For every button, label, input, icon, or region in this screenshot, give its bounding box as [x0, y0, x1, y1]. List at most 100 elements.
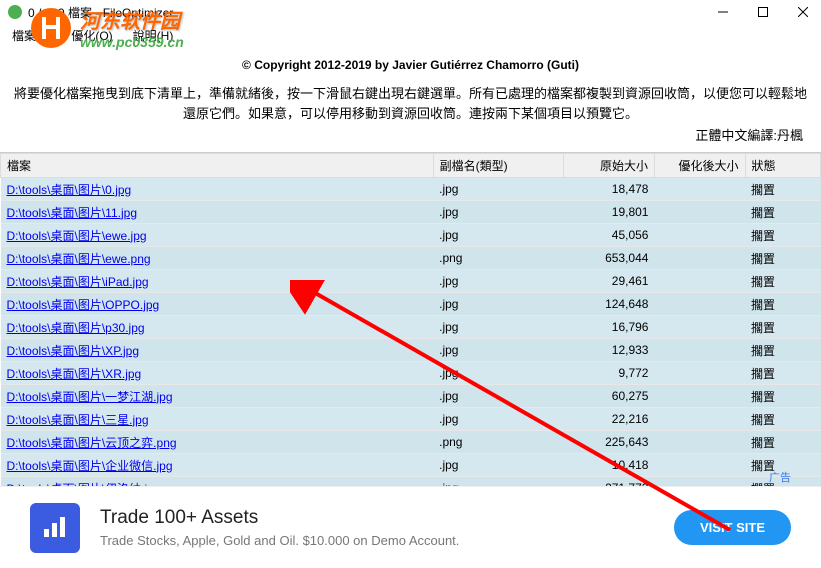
cell-status: 擱置 — [745, 316, 820, 339]
header-file[interactable]: 檔案 — [1, 154, 434, 178]
cell-original: 19,801 — [564, 201, 655, 224]
titlebar: 0 / 109 檔案 - FileOptimizer — [0, 0, 821, 24]
file-link[interactable]: D:\tools\桌面\图片\企业微信.jpg — [7, 459, 173, 473]
table-row[interactable]: D:\tools\桌面\图片\三星.jpg .jpg22,216 擱置 — [1, 408, 821, 431]
table-row[interactable]: D:\tools\桌面\图片\iPad.jpg .jpg29,461 擱置 — [1, 270, 821, 293]
cell-original: 45,056 — [564, 224, 655, 247]
file-table-container: 檔案 副檔名(類型) 原始大小 優化後大小 狀態 D:\tools\桌面\图片\… — [0, 152, 821, 500]
window-title: 0 / 109 檔案 - FileOptimizer — [28, 4, 173, 21]
table-row[interactable]: D:\tools\桌面\图片\OPPO.jpg .jpg124,648 擱置 — [1, 293, 821, 316]
file-link[interactable]: D:\tools\桌面\图片\XP.jpg — [7, 344, 140, 358]
cell-original: 18,478 — [564, 178, 655, 201]
table-row[interactable]: D:\tools\桌面\图片\XR.jpg .jpg9,772 擱置 — [1, 362, 821, 385]
cell-ext: .jpg — [433, 339, 564, 362]
table-row[interactable]: D:\tools\桌面\图片\p30.jpg.jpg16,796擱置 — [1, 316, 821, 339]
cell-original: 9,772 — [564, 362, 655, 385]
cell-optimized — [654, 385, 745, 408]
file-link[interactable]: D:\tools\桌面\图片\p30.jpg — [7, 321, 145, 335]
ad-cta-button[interactable]: VISIT SITE — [674, 510, 791, 545]
cell-optimized — [654, 178, 745, 201]
cell-original: 16,796 — [564, 316, 655, 339]
menu-help[interactable]: 說明(H) — [125, 26, 182, 42]
table-row[interactable]: D:\tools\桌面\图片\11.jpg .jpg19,801 擱置 — [1, 201, 821, 224]
header-original[interactable]: 原始大小 — [564, 154, 655, 178]
file-link[interactable]: D:\tools\桌面\图片\三星.jpg — [7, 413, 149, 427]
table-row[interactable]: D:\tools\桌面\图片\ewe.jpg .jpg45,056 擱置 — [1, 224, 821, 247]
cell-ext: .jpg — [433, 454, 564, 477]
credits-text: 正體中文編譯:丹楓 — [0, 125, 821, 152]
cell-ext: .png — [433, 431, 564, 454]
cell-original: 60,275 — [564, 385, 655, 408]
cell-optimized — [654, 224, 745, 247]
ad-label: 广告 — [769, 469, 791, 485]
table-row[interactable]: D:\tools\桌面\图片\企业微信.jpg.jpg10,418擱置 — [1, 454, 821, 477]
file-link[interactable]: D:\tools\桌面\图片\ewe.png — [7, 252, 151, 266]
cell-original: 124,648 — [564, 293, 655, 316]
cell-ext: .jpg — [433, 224, 564, 247]
cell-status: 擱置 — [745, 431, 820, 454]
file-link[interactable]: D:\tools\桌面\图片\11.jpg — [7, 206, 138, 220]
cell-optimized — [654, 408, 745, 431]
cell-optimized — [654, 316, 745, 339]
cell-optimized — [654, 270, 745, 293]
file-link[interactable]: D:\tools\桌面\图片\OPPO.jpg — [7, 298, 160, 312]
table-row[interactable]: D:\tools\桌面\图片\ewe.png .png653,044 擱置 — [1, 247, 821, 270]
cell-original: 12,933 — [564, 339, 655, 362]
cell-status: 擱置 — [745, 362, 820, 385]
cell-optimized — [654, 454, 745, 477]
menu-optimize[interactable]: 優化(O) — [63, 26, 120, 42]
cell-status: 擱置 — [745, 201, 820, 224]
cell-status: 擱置 — [745, 293, 820, 316]
menu-file[interactable]: 檔案(F) — [4, 26, 59, 42]
cell-optimized — [654, 201, 745, 224]
cell-original: 22,216 — [564, 408, 655, 431]
cell-optimized — [654, 247, 745, 270]
cell-ext: .jpg — [433, 201, 564, 224]
table-row[interactable]: D:\tools\桌面\图片\一梦江湖.jpg.jpg60,275擱置 — [1, 385, 821, 408]
cell-ext: .jpg — [433, 385, 564, 408]
file-link[interactable]: D:\tools\桌面\图片\0.jpg — [7, 183, 132, 197]
cell-ext: .jpg — [433, 270, 564, 293]
cell-original: 225,643 — [564, 431, 655, 454]
ad-logo-icon — [30, 503, 80, 553]
table-row[interactable]: D:\tools\桌面\图片\云顶之弈.png .png225,643 擱置 — [1, 431, 821, 454]
cell-ext: .png — [433, 247, 564, 270]
header-optimized[interactable]: 優化後大小 — [654, 154, 745, 178]
cell-ext: .jpg — [433, 178, 564, 201]
file-table: 檔案 副檔名(類型) 原始大小 優化後大小 狀態 D:\tools\桌面\图片\… — [0, 153, 821, 500]
ad-title: Trade 100+ Assets — [100, 507, 674, 529]
cell-status: 擱置 — [745, 339, 820, 362]
table-row[interactable]: D:\tools\桌面\图片\0.jpg .jpg18,478 擱置 — [1, 178, 821, 201]
header-ext[interactable]: 副檔名(類型) — [433, 154, 564, 178]
minimize-button[interactable] — [713, 2, 733, 22]
file-link[interactable]: D:\tools\桌面\图片\iPad.jpg — [7, 275, 149, 289]
cell-status: 擱置 — [745, 270, 820, 293]
cell-optimized — [654, 362, 745, 385]
file-link[interactable]: D:\tools\桌面\图片\一梦江湖.jpg — [7, 390, 173, 404]
cell-original: 10,418 — [564, 454, 655, 477]
cell-ext: .jpg — [433, 293, 564, 316]
close-button[interactable] — [793, 2, 813, 22]
menubar: 檔案(F) 優化(O) 說明(H) — [0, 24, 821, 44]
copyright-text: © Copyright 2012-2019 by Javier Gutiérre… — [0, 44, 821, 80]
file-link[interactable]: D:\tools\桌面\图片\云顶之弈.png — [7, 436, 177, 450]
app-icon — [8, 5, 22, 19]
cell-status: 擱置 — [745, 224, 820, 247]
cell-original: 653,044 — [564, 247, 655, 270]
header-status[interactable]: 狀態 — [745, 154, 820, 178]
file-link[interactable]: D:\tools\桌面\图片\XR.jpg — [7, 367, 142, 381]
cell-status: 擱置 — [745, 247, 820, 270]
cell-ext: .jpg — [433, 362, 564, 385]
table-row[interactable]: D:\tools\桌面\图片\XP.jpg .jpg12,933 擱置 — [1, 339, 821, 362]
ad-banner: 广告 Trade 100+ Assets Trade Stocks, Apple… — [0, 486, 821, 568]
cell-original: 29,461 — [564, 270, 655, 293]
cell-optimized — [654, 339, 745, 362]
file-link[interactable]: D:\tools\桌面\图片\ewe.jpg — [7, 229, 147, 243]
maximize-button[interactable] — [753, 2, 773, 22]
cell-status: 擱置 — [745, 178, 820, 201]
cell-status: 擱置 — [745, 408, 820, 431]
instructions-text: 將要優化檔案拖曳到底下清單上，準備就緒後，按一下滑鼠右鍵出現右鍵選單。所有已處理… — [0, 80, 821, 125]
cell-ext: .jpg — [433, 408, 564, 431]
cell-optimized — [654, 293, 745, 316]
ad-subtitle: Trade Stocks, Apple, Gold and Oil. $10.0… — [100, 533, 674, 548]
